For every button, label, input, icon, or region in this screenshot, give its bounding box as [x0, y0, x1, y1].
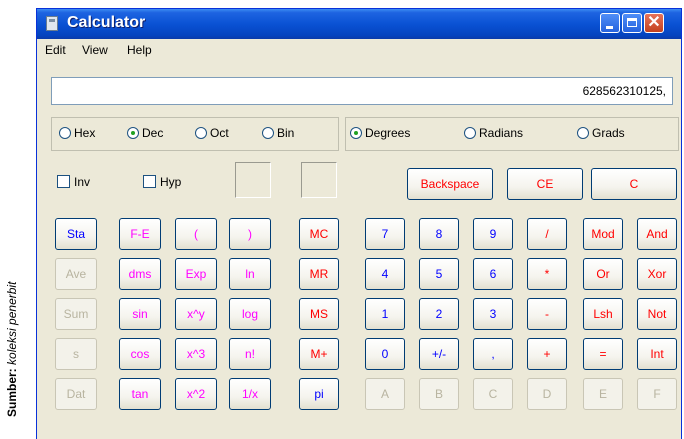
keypad-button-1-1[interactable]: 5: [419, 258, 459, 290]
keypad-button-2-5[interactable]: Not: [637, 298, 677, 330]
radio-unselected-icon: [262, 127, 274, 139]
function-button-0-b[interactable]: (: [175, 218, 217, 250]
source-caption: Sumber: koleksi penerbit: [2, 0, 22, 439]
calculator-window: Calculator ✕ Edit View Help 628562310125…: [36, 8, 682, 439]
function-button-4-c[interactable]: 1/x: [229, 378, 271, 410]
checkbox-label: Inv: [74, 175, 91, 189]
keypad-button-4-5: F: [637, 378, 677, 410]
keypad-button-1-3[interactable]: *: [527, 258, 567, 290]
menu-edit[interactable]: Edit: [45, 43, 66, 57]
keypad-button-3-3[interactable]: +: [527, 338, 567, 370]
keypad-button-1-4[interactable]: Or: [583, 258, 623, 290]
keypad-button-4-4: E: [583, 378, 623, 410]
radio-label: Bin: [277, 126, 295, 140]
function-button-1-a[interactable]: dms: [119, 258, 161, 290]
keypad-button-0-5[interactable]: And: [637, 218, 677, 250]
keypad-button-1-0[interactable]: 4: [365, 258, 405, 290]
menu-bar: Edit View Help: [37, 39, 681, 61]
radio-unselected-icon: [59, 127, 71, 139]
function-button-3-b[interactable]: x^3: [175, 338, 217, 370]
edit-button-ce[interactable]: CE: [507, 168, 583, 200]
checkbox-label: Hyp: [160, 175, 182, 189]
edit-button-c[interactable]: C: [591, 168, 677, 200]
keypad-button-4-2: C: [473, 378, 513, 410]
keypad-button-3-1[interactable]: +/-: [419, 338, 459, 370]
memory-indicator: [301, 162, 337, 198]
memory-button-0[interactable]: MC: [299, 218, 339, 250]
keypad-button-4-1: B: [419, 378, 459, 410]
radio-label: Dec: [142, 126, 164, 140]
keypad-button-2-4[interactable]: Lsh: [583, 298, 623, 330]
keypad-button-0-4[interactable]: Mod: [583, 218, 623, 250]
keypad-button-0-0[interactable]: 7: [365, 218, 405, 250]
keypad-button-3-2[interactable]: ,: [473, 338, 513, 370]
edit-button-backspace[interactable]: Backspace: [407, 168, 493, 200]
radio-unselected-icon: [464, 127, 476, 139]
function-button-1-b[interactable]: Exp: [175, 258, 217, 290]
menu-view[interactable]: View: [82, 43, 108, 57]
function-button-4-b[interactable]: x^2: [175, 378, 217, 410]
function-button-3-c[interactable]: n!: [229, 338, 271, 370]
checkbox-unchecked-icon: [143, 175, 156, 188]
function-button-0-c[interactable]: ): [229, 218, 271, 250]
function-button-3-a[interactable]: cos: [119, 338, 161, 370]
keypad-button-0-1[interactable]: 8: [419, 218, 459, 250]
keypad-button-0-2[interactable]: 9: [473, 218, 513, 250]
function-button-2-c[interactable]: log: [229, 298, 271, 330]
function-button-2-b[interactable]: x^y: [175, 298, 217, 330]
title-bar[interactable]: Calculator ✕: [37, 9, 681, 39]
keypad-button-2-3[interactable]: -: [527, 298, 567, 330]
memory-button-3[interactable]: M+: [299, 338, 339, 370]
keypad-button-1-2[interactable]: 6: [473, 258, 513, 290]
radio-label: Grads: [592, 126, 625, 140]
function-button-4-a[interactable]: tan: [119, 378, 161, 410]
keypad-button-3-4[interactable]: =: [583, 338, 623, 370]
memory-button-1[interactable]: MR: [299, 258, 339, 290]
stat-button-1: Ave: [55, 258, 97, 290]
window-title: Calculator: [67, 14, 146, 31]
keypad-button-2-2[interactable]: 3: [473, 298, 513, 330]
close-button[interactable]: ✕: [644, 13, 664, 33]
keypad-button-3-0[interactable]: 0: [365, 338, 405, 370]
calculator-app-icon: [46, 16, 58, 31]
radio-selected-icon: [350, 127, 362, 139]
stat-button-3: s: [55, 338, 97, 370]
keypad-button-1-5[interactable]: Xor: [637, 258, 677, 290]
radio-label: Radians: [479, 126, 524, 140]
function-button-1-c[interactable]: ln: [229, 258, 271, 290]
stat-button-4: Dat: [55, 378, 97, 410]
radio-label: Degrees: [365, 126, 411, 140]
radio-label: Oct: [210, 126, 229, 140]
keypad-button-2-0[interactable]: 1: [365, 298, 405, 330]
caption-bold: Sumber:: [5, 368, 19, 417]
keypad-button-3-5[interactable]: Int: [637, 338, 677, 370]
memory-button-4[interactable]: pi: [299, 378, 339, 410]
radio-label: Hex: [74, 126, 96, 140]
maximize-button[interactable]: [622, 13, 642, 33]
function-button-2-a[interactable]: sin: [119, 298, 161, 330]
memory-button-2[interactable]: MS: [299, 298, 339, 330]
keypad-button-4-3: D: [527, 378, 567, 410]
radio-unselected-icon: [577, 127, 589, 139]
parentheses-indicator: [235, 162, 271, 198]
stat-button-2: Sum: [55, 298, 97, 330]
display-field[interactable]: 628562310125,: [51, 77, 673, 105]
function-button-0-a[interactable]: F-E: [119, 218, 161, 250]
keypad-button-2-1[interactable]: 2: [419, 298, 459, 330]
keypad-button-0-3[interactable]: /: [527, 218, 567, 250]
minimize-button[interactable]: [600, 13, 620, 33]
keypad-button-4-0: A: [365, 378, 405, 410]
caption-italic: koleksi penerbit: [5, 281, 19, 365]
radio-unselected-icon: [195, 127, 207, 139]
close-icon: ✕: [647, 14, 661, 31]
stat-button-0[interactable]: Sta: [55, 218, 97, 250]
radio-selected-icon: [127, 127, 139, 139]
menu-help[interactable]: Help: [127, 43, 152, 57]
checkbox-unchecked-icon: [57, 175, 70, 188]
